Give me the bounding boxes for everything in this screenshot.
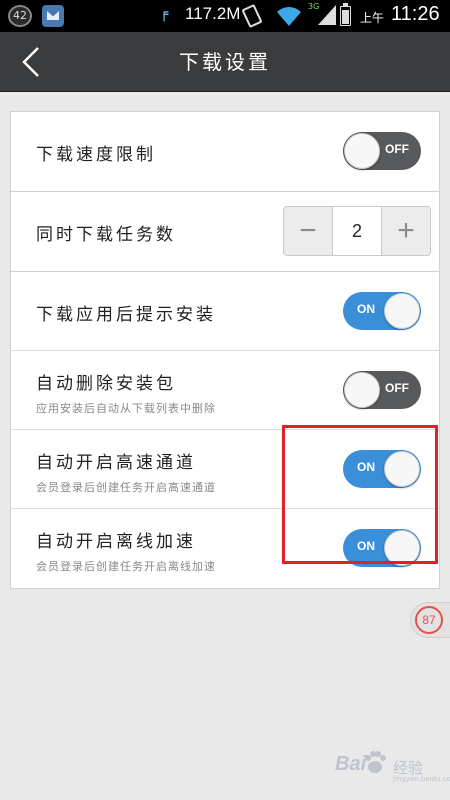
wifi-icon [277, 7, 301, 26]
speed-limit-card: 下载速度限制 OFF [10, 111, 440, 192]
speed-limit-label: 下载速度限制 [36, 145, 156, 165]
high-speed-description: 会员登录后创建任务开启高速通道 [36, 481, 216, 494]
setting-row-high-speed: 自动开启高速通道 会员登录后创建任务开启高速通道 ON [11, 430, 439, 509]
toggle-knob [384, 451, 420, 487]
decrement-button[interactable]: − [284, 207, 332, 255]
concurrent-tasks-card: 同时下载任务数 − 2 + [10, 191, 440, 272]
watermark-brand: Bai [335, 753, 367, 775]
clock: 11:26 [391, 3, 440, 25]
prompt-install-label: 下载应用后提示安装 [36, 305, 216, 325]
high-speed-toggle[interactable]: ON [343, 450, 421, 488]
toggle-state-text: ON [357, 302, 375, 316]
auto-delete-label: 自动删除安装包 [36, 374, 176, 394]
watermark-logo: Bai 经验 jingyan.baidu.com [335, 745, 450, 790]
offline-accel-description: 会员登录后创建任务开启离线加速 [36, 560, 216, 573]
title-bar: 下载设置 [0, 32, 450, 92]
watermark-url: jingyan.baidu.com [393, 775, 450, 783]
toggle-knob [344, 133, 380, 169]
toggle-state-text: ON [357, 460, 375, 474]
toggle-knob [384, 293, 420, 329]
setting-row-auto-delete: 自动删除安装包 应用安装后自动从下载列表中删除 OFF [11, 351, 439, 430]
network-speed: 117.2M [185, 4, 241, 23]
floating-speed-badge[interactable]: 87 [410, 602, 450, 638]
concurrent-tasks-stepper: − 2 + [283, 206, 431, 256]
vibrate-icon [241, 3, 263, 29]
install-options-card: 下载应用后提示安装 ON 自动删除安装包 应用安装后自动从下载列表中删除 OFF… [10, 271, 440, 589]
badge-value: 87 [415, 606, 443, 634]
setting-row-speed-limit: 下载速度限制 OFF [11, 112, 439, 191]
flag-icon: ╒ [160, 6, 169, 22]
chevron-left-icon [22, 47, 39, 77]
page-title: 下载设置 [179, 50, 271, 74]
setting-row-offline-accel: 自动开启离线加速 会员登录后创建任务开启离线加速 ON [11, 509, 439, 588]
setting-row-prompt-install: 下载应用后提示安装 ON [11, 272, 439, 351]
concurrent-tasks-value[interactable]: 2 [332, 207, 382, 255]
setting-row-concurrent-tasks: 同时下载任务数 − 2 + [11, 192, 439, 271]
toggle-knob [344, 372, 380, 408]
signal-icon [318, 5, 336, 25]
battery-icon [340, 3, 351, 26]
auto-delete-description: 应用安装后自动从下载列表中删除 [36, 402, 216, 415]
high-speed-label: 自动开启高速通道 [36, 453, 196, 473]
toggle-state-text: ON [357, 539, 375, 553]
toggle-state-text: OFF [385, 142, 409, 156]
notification-count-badge: 42 [8, 5, 32, 27]
time-period: 上午 [360, 11, 385, 25]
increment-button[interactable]: + [382, 207, 430, 255]
auto-delete-toggle[interactable]: OFF [343, 371, 421, 409]
app-notification-icon [42, 5, 64, 27]
offline-accel-toggle[interactable]: ON [343, 529, 421, 567]
offline-accel-label: 自动开启离线加速 [36, 532, 196, 552]
toggle-state-text: OFF [385, 381, 409, 395]
status-bar: 42 ╒ 117.2M 3G 上午 11:26 [0, 0, 450, 32]
back-button[interactable] [10, 40, 54, 84]
speed-limit-toggle[interactable]: OFF [343, 132, 421, 170]
concurrent-tasks-label: 同时下载任务数 [36, 225, 176, 245]
paw-icon [365, 751, 386, 773]
toggle-knob [384, 530, 420, 566]
prompt-install-toggle[interactable]: ON [343, 292, 421, 330]
